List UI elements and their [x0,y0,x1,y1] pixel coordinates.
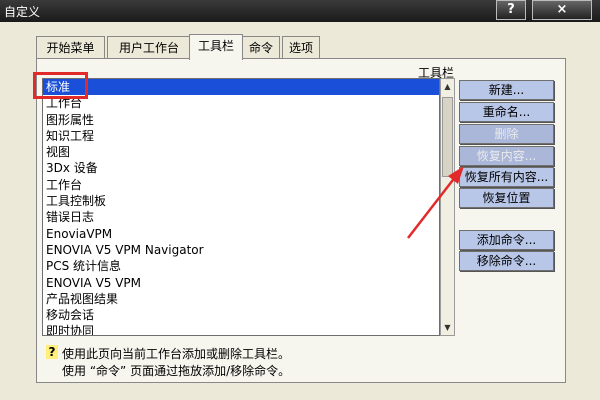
list-item[interactable]: ENOVIA V5 VPM Navigator [43,242,439,258]
title-bar: 自定义 ? × [0,0,600,22]
list-item[interactable]: EnoviaVPM [43,226,439,242]
question-mark-icon: ? [46,345,58,359]
annotation-highlight-box [33,72,88,99]
help-button[interactable]: ? [496,0,526,20]
list-item[interactable]: 视图 [43,144,439,160]
list-item[interactable]: 产品视图结果 [43,291,439,307]
tab-options[interactable]: 选项 [282,36,320,58]
rename-button[interactable]: 重命名... [459,102,554,122]
close-button[interactable]: × [532,0,592,20]
list-item[interactable]: 图形属性 [43,112,439,128]
window-title: 自定义 [4,5,41,19]
list-item[interactable]: PCS 统计信息 [43,258,439,274]
list-item[interactable]: 知识工程 [43,128,439,144]
list-item[interactable]: 错误日志 [43,209,439,225]
remove-commands-button[interactable]: 移除命令... [459,251,554,271]
help-text-line-1: 使用此页向当前工作台添加或删除工具栏。 [62,347,291,361]
list-item[interactable]: 工具控制板 [43,193,439,209]
list-item-standard[interactable]: 标准 [43,79,439,96]
help-area: ? 使用此页向当前工作台添加或删除工具栏。 使用 “命令” 页面通过拖放添加/移… [42,340,557,378]
scroll-down-icon[interactable]: ▼ [441,320,454,335]
delete-button[interactable]: 删除 [459,124,554,144]
tab-user-workbench[interactable]: 用户工作台 [107,36,191,58]
scroll-up-icon[interactable]: ▲ [441,79,454,94]
list-item[interactable]: ENOVIA V5 VPM [43,275,439,291]
list-item[interactable]: 工作台 [43,177,439,193]
list-item[interactable]: 3Dx 设备 [43,160,439,176]
tab-commands[interactable]: 命令 [242,36,280,58]
tab-start-menu[interactable]: 开始菜单 [36,36,105,58]
list-item[interactable]: 即时协同 [43,323,439,335]
new-button[interactable]: 新建... [459,80,554,100]
list-item[interactable]: 工作台 [43,95,439,111]
list-item[interactable]: 移动会话 [43,307,439,323]
tab-toolbars[interactable]: 工具栏 [189,34,243,60]
toolbars-list[interactable]: 标准 工作台 图形属性 知识工程 视图 3Dx 设备 工作台 工具控制板 错误日… [42,78,440,336]
annotation-arrow-icon [407,166,464,239]
help-text-line-2: 使用 “命令” 页面通过拖放添加/移除命令。 [62,364,291,378]
